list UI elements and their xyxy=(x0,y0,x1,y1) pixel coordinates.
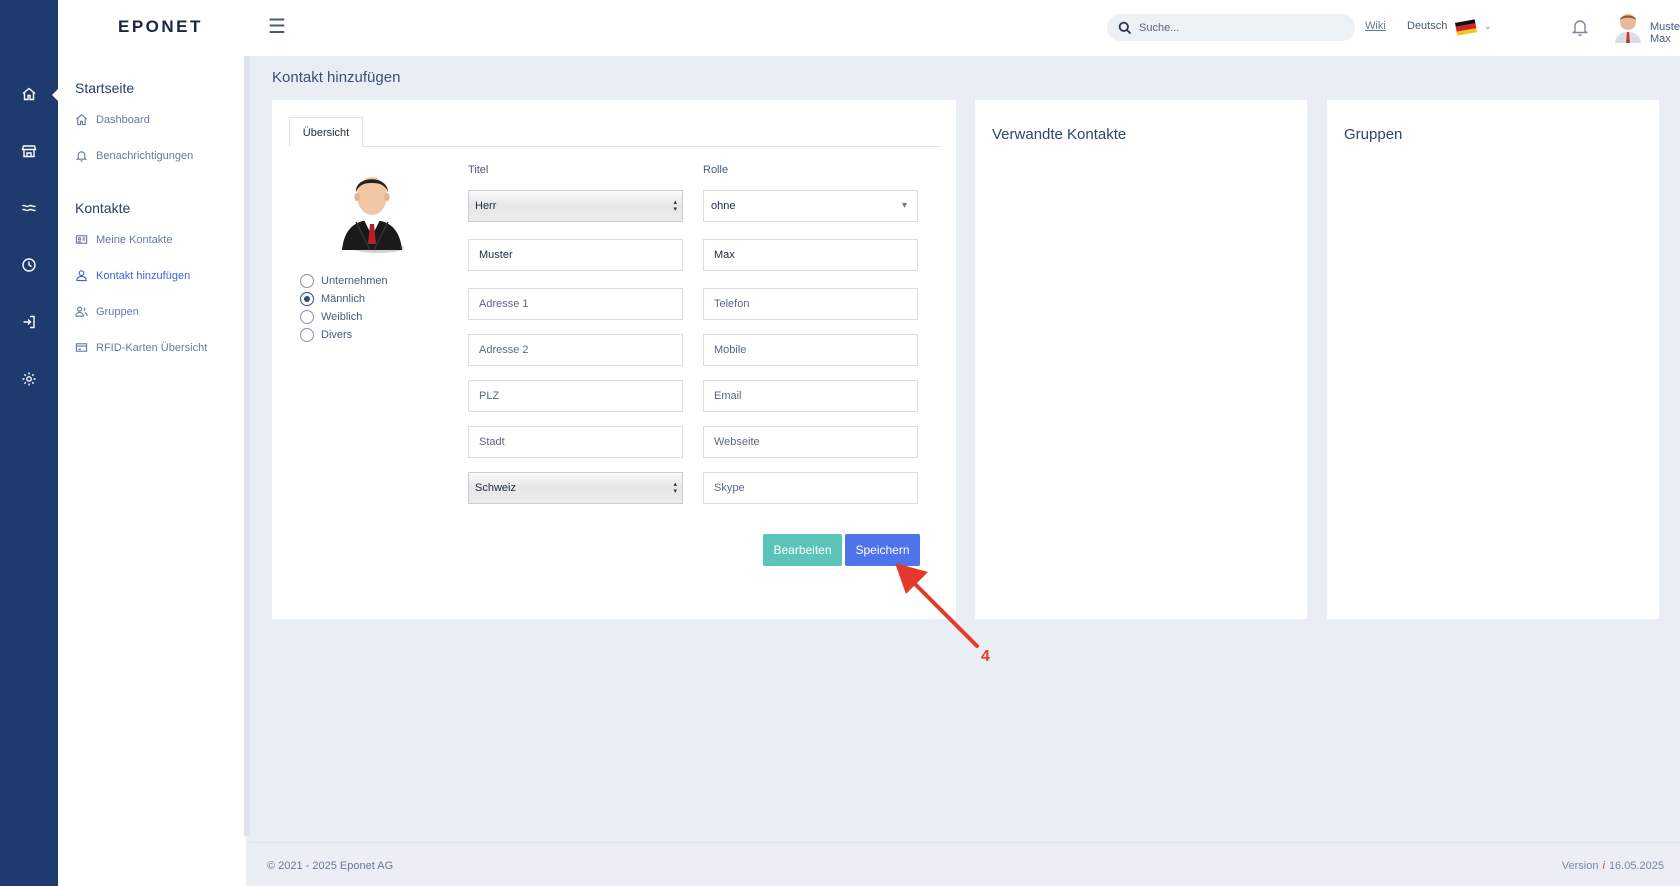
person-avatar-image xyxy=(334,166,410,254)
radio-label: Männlich xyxy=(321,293,366,305)
role-select[interactable]: ohne xyxy=(703,190,918,222)
waves-icon[interactable] xyxy=(0,188,58,228)
annotation-arrow-icon xyxy=(895,563,979,648)
title-select[interactable]: Herr xyxy=(468,190,683,222)
radio-circle[interactable] xyxy=(300,274,314,288)
address2-input[interactable]: Adresse 2 xyxy=(468,334,683,366)
city-input[interactable]: Stadt xyxy=(468,426,683,458)
search-box[interactable] xyxy=(1107,14,1355,41)
user-name[interactable]: Muster Max xyxy=(1650,21,1680,45)
icon-rail xyxy=(0,0,59,886)
footer-version: Version i 16.05.2025 xyxy=(1562,860,1664,872)
sidebar-item-label: Meine Kontakte xyxy=(96,234,173,246)
gender-radio-group: Unternehmen Männlich Weiblich Divers xyxy=(300,272,388,344)
radio-label: Divers xyxy=(321,329,353,341)
search-icon xyxy=(1118,21,1132,35)
sidebar-item-add-contact[interactable]: Kontakt hinzufügen xyxy=(75,267,190,285)
radio-circle[interactable] xyxy=(300,310,314,324)
tab-bar-divider xyxy=(289,146,940,147)
zip-input[interactable]: PLZ xyxy=(468,380,683,412)
country-select[interactable]: Schweiz xyxy=(468,472,683,504)
sidebar-item-label: Gruppen xyxy=(96,306,139,318)
lastname-input[interactable]: Muster xyxy=(468,239,683,271)
sidebar-item-label: Benachrichtigungen xyxy=(96,150,194,162)
sidebar-section-kontakte[interactable]: Kontakte xyxy=(75,200,130,216)
sidebar-item-label: Dashboard xyxy=(96,114,150,126)
sidebar: Startseite Dashboard Benachrichtigungen … xyxy=(58,56,246,886)
sidebar-item-rfid-cards[interactable]: RFID-Karten Übersicht xyxy=(75,339,207,357)
related-contacts-title: Verwandte Kontakte xyxy=(992,126,1127,143)
version-label: Version xyxy=(1561,860,1599,872)
edit-button[interactable]: Bearbeiten xyxy=(763,534,842,566)
footer-copyright: © 2021 - 2025 Eponet AG xyxy=(267,860,394,872)
hamburger-menu-icon[interactable]: ☰ xyxy=(268,16,290,38)
notifications-bell-icon[interactable] xyxy=(1570,17,1590,37)
users-icon xyxy=(75,305,89,319)
user-avatar[interactable] xyxy=(1613,11,1643,43)
related-contacts-card: Verwandte Kontakte xyxy=(975,100,1307,619)
contact-form-card: Übersicht Unternehmen Männlich Weiblich … xyxy=(272,100,956,619)
sidebar-item-groups[interactable]: Gruppen xyxy=(75,303,139,321)
bell-icon xyxy=(75,149,89,163)
radio-company[interactable]: Unternehmen xyxy=(300,272,388,290)
groups-card: Gruppen xyxy=(1327,100,1659,619)
title-label: Titel xyxy=(468,164,489,176)
store-icon[interactable] xyxy=(0,131,58,171)
groups-title: Gruppen xyxy=(1344,126,1403,143)
home-icon[interactable] xyxy=(0,74,58,114)
home-icon xyxy=(75,113,89,127)
sidebar-divider xyxy=(244,56,250,836)
sidebar-item-label: Kontakt hinzufügen xyxy=(96,270,191,282)
wiki-link[interactable]: Wiki xyxy=(1365,20,1386,32)
radio-circle-checked[interactable] xyxy=(300,292,314,306)
mobile-input[interactable]: Mobile xyxy=(703,334,918,366)
radio-circle[interactable] xyxy=(300,328,314,342)
firstname-input[interactable]: Max xyxy=(703,239,918,271)
clock-icon[interactable] xyxy=(0,245,58,285)
address1-input[interactable]: Adresse 1 xyxy=(468,288,683,320)
search-input[interactable] xyxy=(1139,14,1344,41)
skype-input[interactable]: Skype xyxy=(703,472,918,504)
radio-label: Weiblich xyxy=(321,311,363,323)
language-selector[interactable]: Deutsch xyxy=(1407,20,1447,32)
sidebar-item-dashboard[interactable]: Dashboard xyxy=(75,111,150,129)
eponet-logo[interactable]: EPONET xyxy=(118,17,203,37)
website-input[interactable]: Webseite xyxy=(703,426,918,458)
user-icon xyxy=(75,269,89,283)
credit-card-icon xyxy=(75,341,89,355)
version-info-icon[interactable]: i xyxy=(1602,860,1604,872)
top-header: EPONET ☰ Wiki Deutsch ⌄ Muster Max ⌄ xyxy=(58,0,1680,56)
sidebar-section-startseite[interactable]: Startseite xyxy=(75,80,134,96)
role-label: Rolle xyxy=(703,164,729,176)
contact-card-icon xyxy=(75,233,89,247)
settings-icon[interactable] xyxy=(0,359,58,399)
radio-label: Unternehmen xyxy=(321,275,388,287)
tab-overview[interactable]: Übersicht xyxy=(289,117,363,147)
language-chevron-down-icon[interactable]: ⌄ xyxy=(1484,21,1492,32)
phone-input[interactable]: Telefon xyxy=(703,288,918,320)
email-input[interactable]: Email xyxy=(703,380,918,412)
sidebar-item-notifications[interactable]: Benachrichtigungen xyxy=(75,147,193,165)
sidebar-item-label: RFID-Karten Übersicht xyxy=(96,342,208,354)
radio-diverse[interactable]: Divers xyxy=(300,326,388,344)
radio-female[interactable]: Weiblich xyxy=(300,308,388,326)
annotation-step-number: 4 xyxy=(981,648,990,665)
radio-male[interactable]: Männlich xyxy=(300,290,388,308)
german-flag-icon[interactable] xyxy=(1455,19,1477,36)
page-title: Kontakt hinzufügen xyxy=(272,69,401,86)
sidebar-item-my-contacts[interactable]: Meine Kontakte xyxy=(75,231,172,249)
version-date: 16.05.2025 xyxy=(1608,860,1664,872)
footer: © 2021 - 2025 Eponet AG Version i 16.05.20… xyxy=(250,842,1680,886)
login-icon[interactable] xyxy=(0,302,58,342)
